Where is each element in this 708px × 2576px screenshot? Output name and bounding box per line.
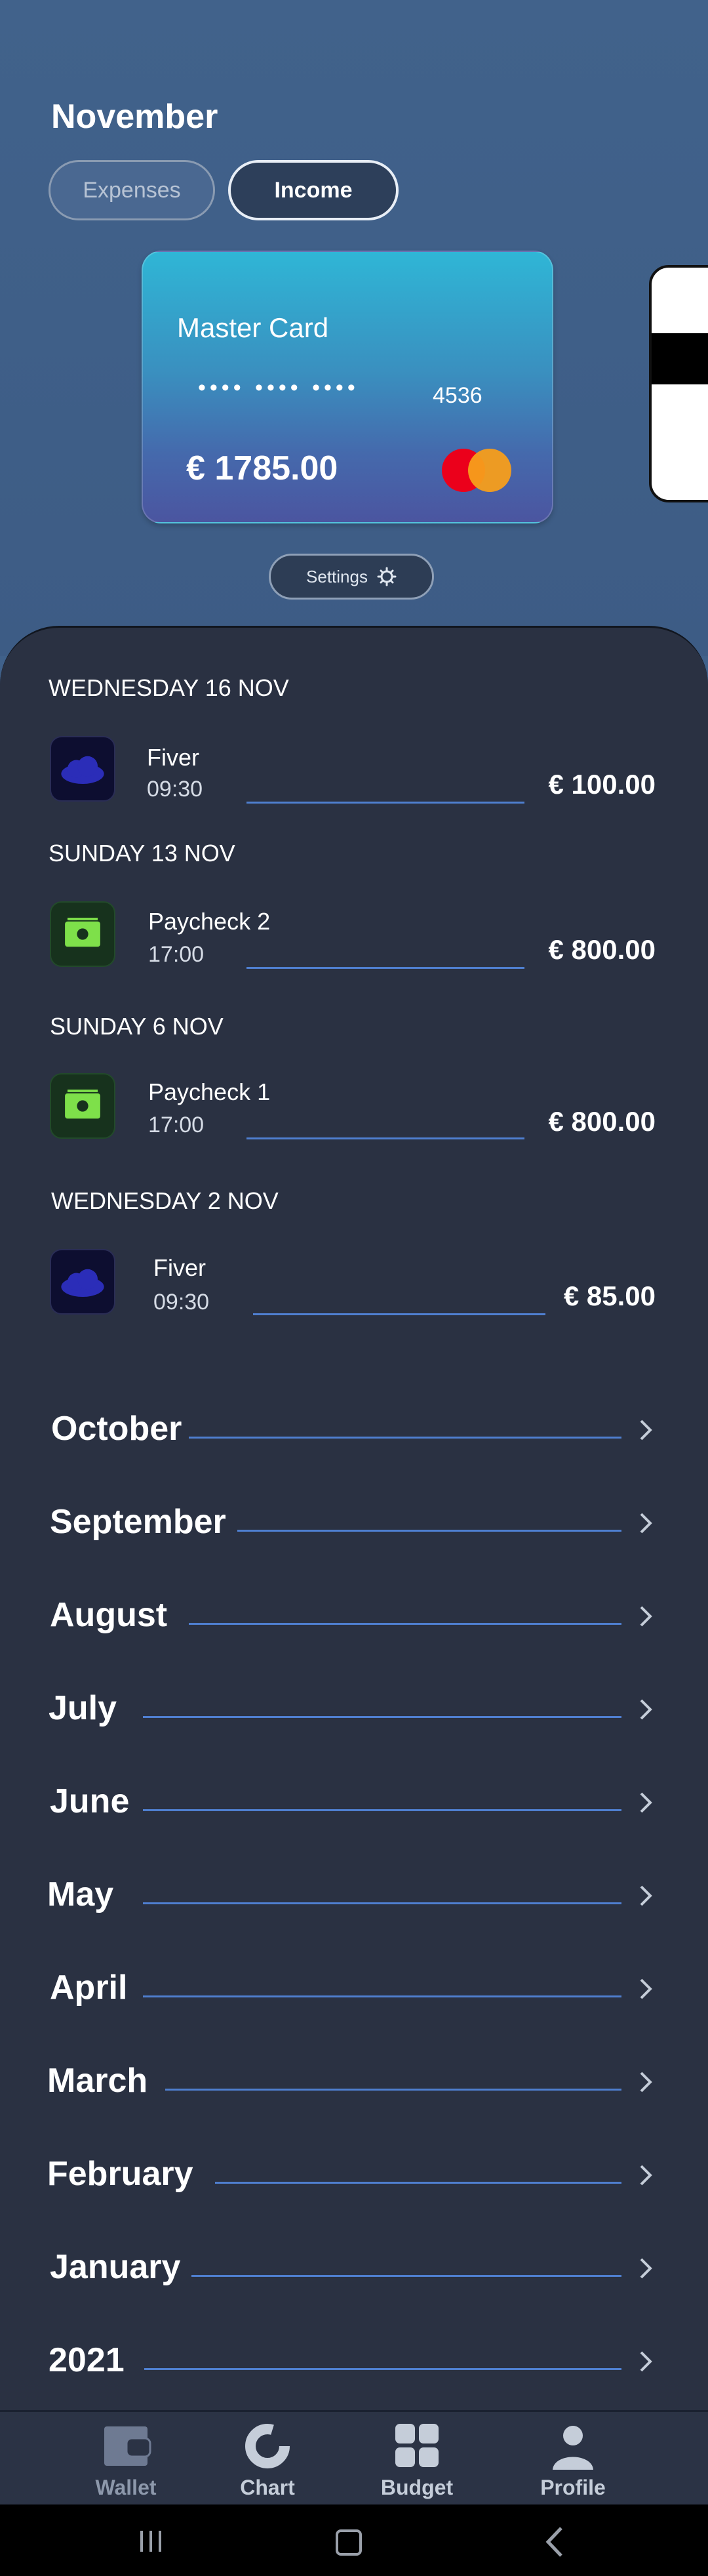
month-label: August xyxy=(50,1596,168,1634)
month-label: June xyxy=(50,1782,130,1820)
nav-label: Chart xyxy=(240,2476,295,2499)
divider-line xyxy=(191,2275,621,2277)
month-label: July xyxy=(49,1689,117,1727)
settings-label: Settings xyxy=(306,566,368,586)
divider-line xyxy=(246,1137,524,1139)
transaction-title: Paycheck 2 xyxy=(148,908,271,935)
transaction-amount: € 800.00 xyxy=(548,1106,656,1137)
chevron-right-icon xyxy=(640,1420,652,1441)
cash-icon xyxy=(50,1073,115,1139)
month-row-february[interactable]: February xyxy=(0,2141,708,2207)
card-last-digits: 4536 xyxy=(433,383,482,408)
home-icon[interactable] xyxy=(334,2528,363,2557)
chevron-right-icon xyxy=(640,1978,652,1999)
chevron-right-icon xyxy=(640,2258,652,2279)
day-header: WEDNESDAY 16 NOV xyxy=(49,674,289,701)
back-icon[interactable] xyxy=(540,2525,569,2558)
card-masked-number: •••• •••• •••• xyxy=(198,375,359,400)
divider-line xyxy=(144,2368,621,2370)
page-title: November xyxy=(51,98,218,136)
bottom-nav: Wallet Chart Budget Profile xyxy=(0,2410,708,2504)
month-row-september[interactable]: September xyxy=(0,1489,708,1555)
mastercard-logo-icon xyxy=(468,449,511,492)
divider-line xyxy=(246,802,524,804)
transaction-amount: € 800.00 xyxy=(548,934,656,965)
month-row-august[interactable]: August xyxy=(0,1582,708,1648)
divider-line xyxy=(253,1313,545,1315)
day-header: SUNDAY 6 NOV xyxy=(50,1013,224,1040)
transaction-time: 09:30 xyxy=(147,777,203,802)
cloud-icon xyxy=(50,736,115,802)
divider-line xyxy=(143,1902,621,1904)
month-label: April xyxy=(50,1969,128,2007)
month-row-october[interactable]: October xyxy=(0,1396,708,1462)
credit-card[interactable]: Master Card •••• •••• •••• 4536 € 1785.0… xyxy=(142,251,553,523)
divider-line xyxy=(143,1995,621,1997)
divider-line xyxy=(246,967,524,969)
divider-line xyxy=(143,1716,621,1718)
settings-button[interactable]: Settings xyxy=(269,554,434,600)
month-label: October xyxy=(51,1410,182,1448)
chevron-right-icon xyxy=(640,1885,652,1906)
day-header: WEDNESDAY 2 NOV xyxy=(51,1187,279,1214)
month-row-january[interactable]: January xyxy=(0,2234,708,2300)
month-label: September xyxy=(50,1503,226,1541)
chevron-right-icon xyxy=(640,1699,652,1720)
month-label: March xyxy=(47,2062,148,2100)
chevron-right-icon xyxy=(640,2165,652,2186)
divider-line xyxy=(237,1530,621,1532)
divider-line xyxy=(189,1623,621,1625)
transaction-title: Fiver xyxy=(147,744,199,771)
nav-label: Wallet xyxy=(95,2476,157,2499)
day-header: SUNDAY 13 NOV xyxy=(49,840,235,867)
month-row-april[interactable]: April xyxy=(0,1955,708,2020)
nav-chart[interactable]: Chart xyxy=(215,2421,320,2500)
chevron-right-icon xyxy=(640,1606,652,1627)
nav-profile[interactable]: Profile xyxy=(521,2421,625,2500)
month-row-may[interactable]: May xyxy=(0,1862,708,1927)
card-balance: € 1785.00 xyxy=(186,449,338,487)
divider-line xyxy=(189,1437,621,1439)
next-card-peek[interactable] xyxy=(649,265,708,502)
nav-budget[interactable]: Budget xyxy=(364,2421,469,2500)
transaction-title: Paycheck 1 xyxy=(148,1078,271,1105)
transaction-time: 17:00 xyxy=(148,1113,205,1137)
chevron-right-icon xyxy=(640,1513,652,1534)
divider-line xyxy=(215,2182,621,2184)
divider-line xyxy=(143,1809,621,1811)
card-name: Master Card xyxy=(177,312,329,343)
month-row-2021[interactable]: 2021 xyxy=(0,2327,708,2393)
nav-label: Profile xyxy=(540,2476,606,2499)
month-row-june[interactable]: June xyxy=(0,1768,708,1834)
transaction-time: 17:00 xyxy=(148,942,205,967)
tab-income[interactable]: Income xyxy=(228,160,399,220)
gear-icon xyxy=(377,567,397,586)
transaction-amount: € 85.00 xyxy=(563,1280,656,1311)
chevron-right-icon xyxy=(640,1792,652,1813)
card-stripe xyxy=(652,333,708,384)
month-row-march[interactable]: March xyxy=(0,2048,708,2114)
person-icon xyxy=(553,2426,593,2470)
chevron-right-icon xyxy=(640,2351,652,2372)
month-label: January xyxy=(50,2248,181,2286)
system-nav-bar xyxy=(0,2504,708,2576)
chevron-right-icon xyxy=(640,2072,652,2093)
month-label: February xyxy=(47,2155,193,2193)
transaction-amount: € 100.00 xyxy=(548,769,656,800)
wallet-icon xyxy=(104,2426,151,2466)
month-label: 2021 xyxy=(49,2341,125,2379)
transaction-title: Fiver xyxy=(153,1254,206,1281)
transaction-time: 09:30 xyxy=(153,1290,210,1315)
nav-wallet[interactable]: Wallet xyxy=(73,2421,178,2500)
tab-expenses[interactable]: Expenses xyxy=(49,160,215,220)
donut-chart-icon xyxy=(245,2424,290,2468)
month-label: May xyxy=(47,1875,114,1913)
cloud-icon xyxy=(50,1249,115,1315)
recent-apps-icon[interactable] xyxy=(138,2528,164,2554)
month-row-july[interactable]: July xyxy=(0,1675,708,1741)
nav-label: Budget xyxy=(380,2476,454,2499)
cash-icon xyxy=(50,901,115,967)
grid-icon xyxy=(395,2424,439,2467)
divider-line xyxy=(165,2089,621,2091)
